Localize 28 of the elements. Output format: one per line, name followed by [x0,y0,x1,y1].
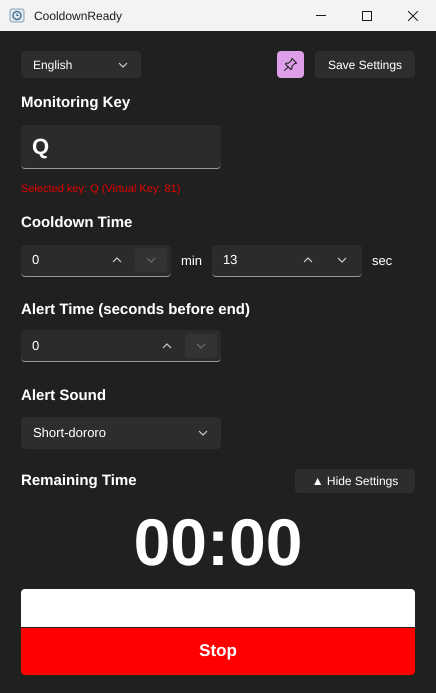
number-spinner[interactable]: 13 [212,244,362,276]
spinner-value: 0 [32,251,40,270]
alert-sound-dropdown[interactable]: Short-dororo [21,416,221,448]
section-heading: Alert Sound [21,386,107,406]
app-icon [9,8,25,24]
section-heading: Alert Time (seconds before end) [21,300,251,320]
pin-icon [283,57,298,72]
key-input-field[interactable]: Q [21,124,221,168]
spinner-value: 13 [222,251,238,270]
pin-button[interactable] [277,51,304,78]
window-title: CooldownReady [34,8,124,24]
section-heading: Cooldown Time [21,213,134,233]
section-heading: Monitoring Key [21,93,132,113]
spinner-value: 0 [32,336,40,355]
section-heading: Remaining Time [21,470,138,491]
number-spinner[interactable]: 0 [21,244,171,276]
maximize-icon [362,10,372,20]
selected-key-status: Selected key: Q (Virtual Key: 81) [21,182,182,196]
remaining-time: 00:00 [134,504,302,580]
unit-label: sec [372,252,392,270]
minimize-icon [316,15,326,16]
save-settings-button[interactable]: Save Settings [315,51,415,78]
close-icon [408,10,418,20]
number-spinner[interactable]: 0 [21,330,221,362]
language-dropdown[interactable]: English [21,51,141,78]
hide-settings-button[interactable]: ▲ Hide Settings [295,469,415,493]
stop-button[interactable]: Stop [21,628,415,674]
unit-label: min [181,252,202,270]
